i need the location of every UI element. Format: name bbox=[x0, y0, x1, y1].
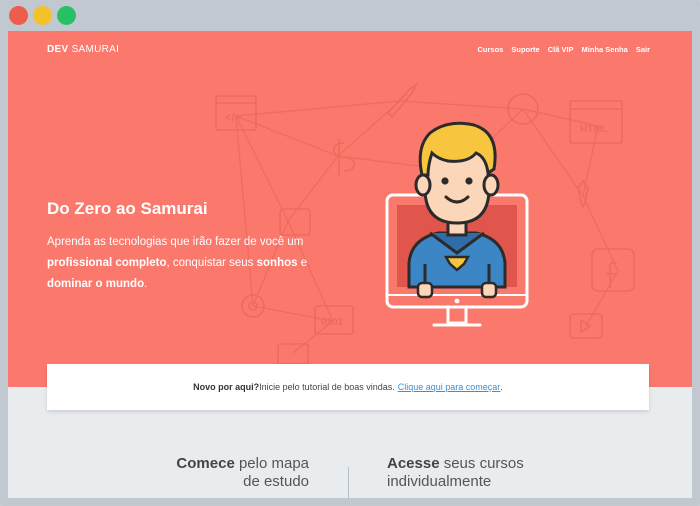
study-map-bold: Comece bbox=[176, 455, 235, 472]
hero-description: Aprenda as tecnologias que irão fazer de… bbox=[47, 232, 327, 295]
courses-link[interactable]: Acesse seus cursos individualmente bbox=[387, 455, 524, 491]
hero-text-bold: sonhos bbox=[256, 257, 298, 269]
nav-item-cla-vip[interactable]: Clã VIP bbox=[548, 45, 574, 54]
logo-light-text: SAMURAI bbox=[71, 44, 120, 55]
courses-bold: Acesse bbox=[387, 455, 440, 472]
facebook-icon bbox=[591, 248, 635, 292]
hero-text-part: . bbox=[144, 278, 148, 290]
code-label: </> bbox=[225, 112, 241, 124]
hero-text-part: e bbox=[297, 257, 308, 269]
notice-text: Inicie pelo tutorial de boas vindas. bbox=[259, 382, 395, 392]
nav-item-minha-senha[interactable]: Minha Senha bbox=[582, 45, 628, 54]
notice-bold: Novo por aqui? bbox=[193, 382, 260, 392]
bottom-section: Comece pelo mapa de estudo Acesse seus c… bbox=[8, 446, 692, 498]
site-logo[interactable]: DEV SAMURAI bbox=[47, 44, 119, 55]
hero-text-bold: dominar o mundo bbox=[47, 278, 145, 290]
close-window-button[interactable] bbox=[9, 6, 28, 25]
page: </> HTML 0101 DEV SAMURAI Cursos Suporte… bbox=[8, 31, 692, 498]
study-map-link[interactable]: Comece pelo mapa de estudo bbox=[176, 455, 309, 491]
logo-bold-text: DEV bbox=[47, 44, 69, 55]
welcome-notice: Novo por aqui? Inicie pelo tutorial de b… bbox=[47, 364, 649, 410]
notice-end: . bbox=[500, 382, 503, 392]
samurai-illustration bbox=[385, 121, 529, 327]
maximize-window-button[interactable] bbox=[57, 6, 76, 25]
hero-text-part: , conquistar seus bbox=[166, 257, 257, 269]
courses-text-1: seus cursos bbox=[439, 455, 524, 472]
nav-item-sair[interactable]: Sair bbox=[636, 45, 650, 54]
minimize-window-button[interactable] bbox=[33, 6, 52, 25]
browser-window: </> HTML 0101 DEV SAMURAI Cursos Suporte… bbox=[0, 0, 700, 506]
hero-section: </> HTML 0101 DEV SAMURAI Cursos Suporte… bbox=[8, 31, 692, 387]
hero-title: Do Zero ao Samurai bbox=[47, 199, 208, 218]
window-titlebar bbox=[0, 0, 700, 31]
main-nav: Cursos Suporte Clã VIP Minha Senha Sair bbox=[478, 45, 650, 54]
computer-icon bbox=[277, 343, 309, 365]
hero-text-bold: profissional completo bbox=[47, 257, 167, 269]
binary-label: 0101 bbox=[321, 317, 344, 328]
nav-item-suporte[interactable]: Suporte bbox=[511, 45, 539, 54]
nav-item-cursos[interactable]: Cursos bbox=[478, 45, 504, 54]
hero-text-part: Aprenda as tecnologias que irão fazer de… bbox=[47, 236, 304, 248]
column-divider bbox=[348, 467, 349, 498]
study-map-text-1: pelo mapa bbox=[234, 455, 309, 472]
courses-text-2: individualmente bbox=[387, 473, 492, 490]
start-tutorial-link[interactable]: Clique aqui para começar bbox=[398, 382, 501, 392]
html-label: HTML bbox=[580, 124, 608, 135]
study-map-text-2: de estudo bbox=[243, 473, 309, 490]
